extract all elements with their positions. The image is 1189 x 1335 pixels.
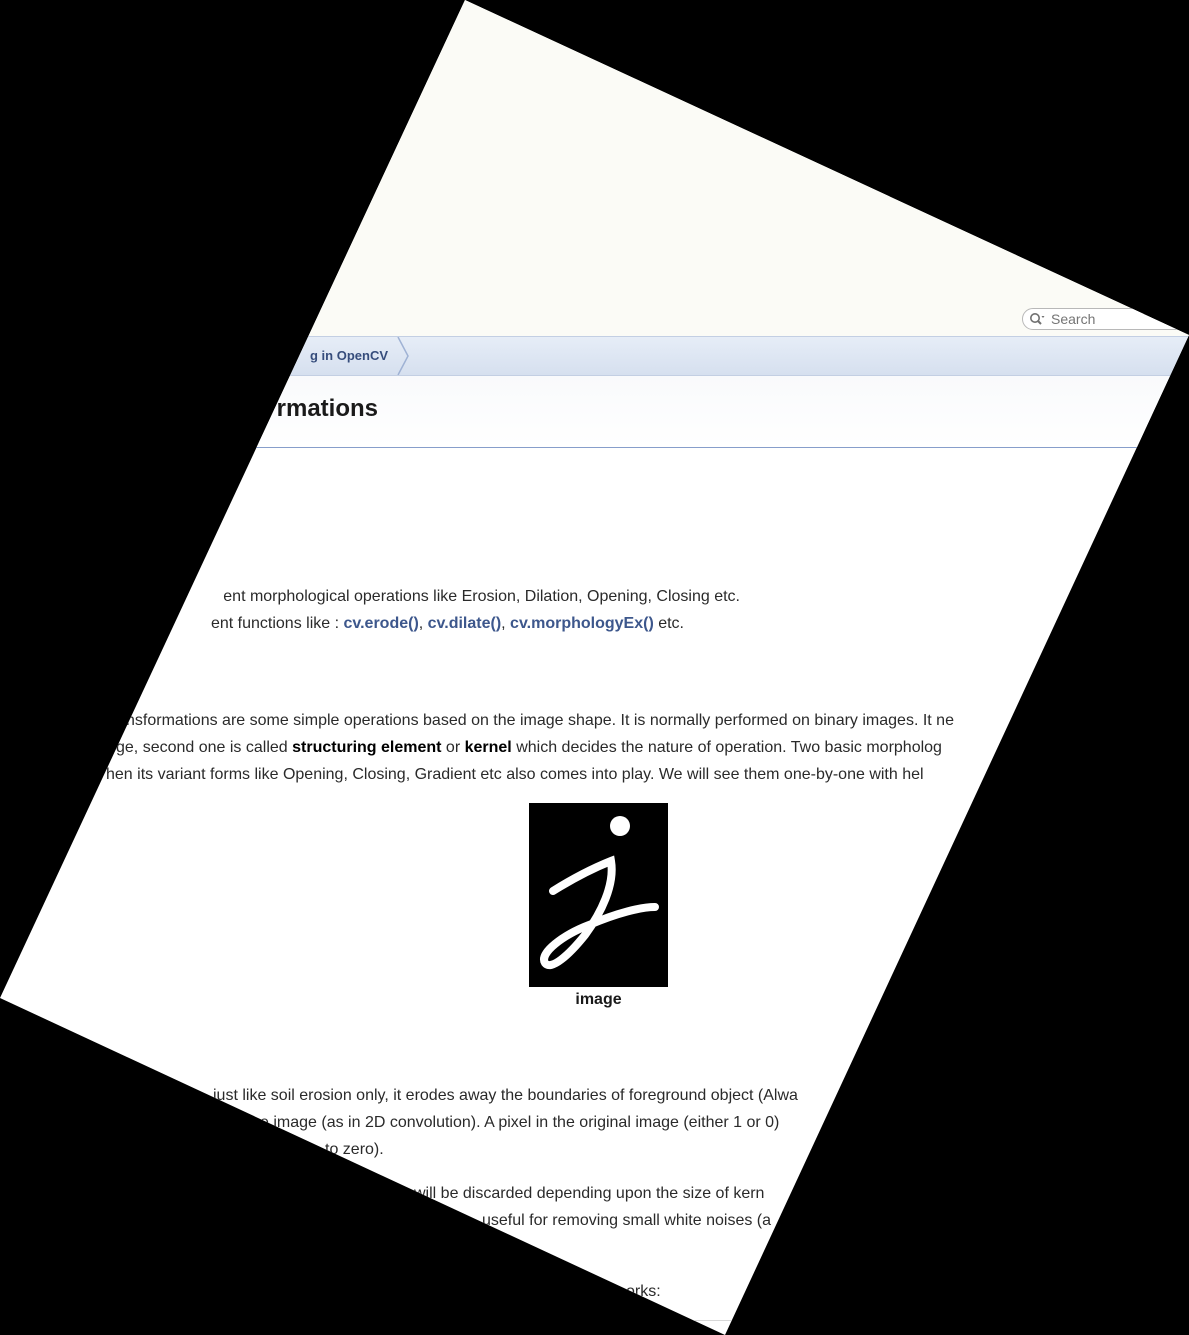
search-input[interactable]	[1051, 311, 1189, 327]
figure-caption: image	[575, 991, 622, 1008]
erosion-line-5: useful for removing small white noises (…	[482, 1212, 772, 1229]
theory-line-1: nsformations are some simple operations …	[126, 712, 954, 729]
erosion-line-2: e image (as in 2D convolution). A pixel …	[260, 1114, 780, 1131]
breadcrumb-label[interactable]: g in OpenCV	[310, 348, 388, 363]
breadcrumb-separator-icon	[397, 337, 409, 375]
page: g in OpenCV rmations ent morphological o…	[0, 0, 1189, 1335]
figure-j-image	[529, 803, 668, 987]
search-icon[interactable]	[1029, 312, 1045, 326]
link-cv-dilate[interactable]: cv.dilate()	[428, 615, 502, 632]
theory-line-3: hen its variant forms like Opening, Clos…	[106, 766, 924, 783]
goals-line-1: ent morphological operations like Erosio…	[223, 588, 740, 605]
erosion-line-4: will be discarded depending upon the siz…	[414, 1185, 765, 1202]
link-cv-morphologyex[interactable]: cv.morphologyEx()	[510, 615, 654, 632]
goals-line-2: ent functions like : cv.erode(), cv.dila…	[210, 615, 684, 632]
erosion-line-1: just like soil erosion only, it erodes a…	[213, 1087, 798, 1104]
title-band: rmations	[0, 376, 1189, 448]
theory-line-2: ge, second one is called structuring ele…	[116, 739, 942, 756]
erosion-line-3: to zero).	[325, 1141, 384, 1158]
breadcrumb-bar: g in OpenCV	[0, 336, 1189, 376]
breadcrumb-item[interactable]: g in OpenCV	[0, 337, 410, 375]
page-title: rmations	[276, 395, 378, 422]
header-band	[0, 0, 1189, 336]
erosion-line-6: orks:	[626, 1283, 661, 1300]
link-cv-erode[interactable]: cv.erode()	[343, 615, 418, 632]
divider	[640, 1320, 1189, 1321]
search-box[interactable]	[1022, 308, 1189, 330]
